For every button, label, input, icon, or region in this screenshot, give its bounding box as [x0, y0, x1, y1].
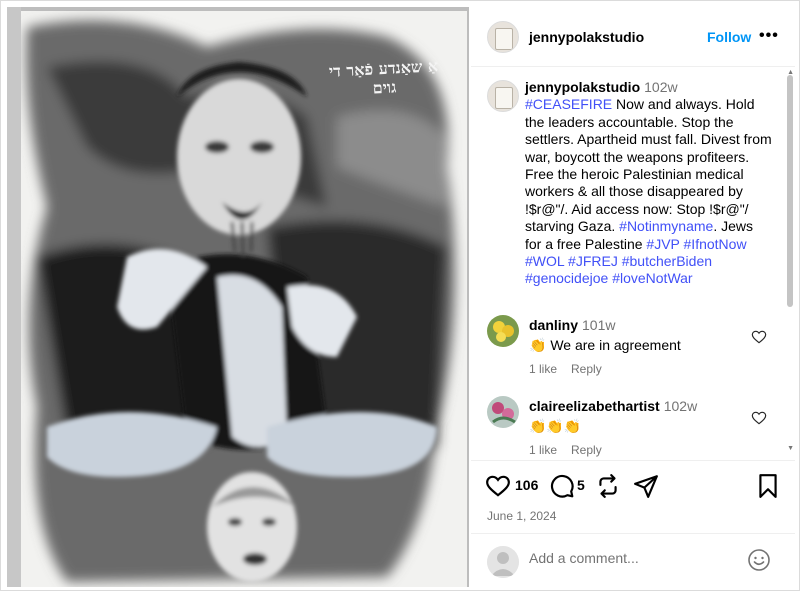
post-sidebar: jennypolakstudio Follow ••• jennypolakst…	[471, 7, 795, 587]
post-caption: jennypolakstudio 102w #CEASEFIRE Now and …	[525, 79, 773, 288]
caption-text-segment: Now and always. Hold the leaders account…	[525, 96, 772, 235]
comments-section[interactable]: jennypolakstudio 102w #CEASEFIRE Now and …	[471, 68, 795, 460]
save-bookmark-icon[interactable]	[755, 473, 781, 499]
follow-button[interactable]: Follow	[707, 29, 751, 45]
comment-text: 👏 We are in agreement	[529, 337, 681, 353]
comment-item: claireelizabethartist 102w 👏👏👏 1 like Repl…	[471, 396, 795, 460]
comment-count[interactable]: 5	[577, 477, 585, 493]
comment-like-count[interactable]: 1 like	[529, 443, 557, 457]
comment-bubble-icon[interactable]	[549, 473, 575, 499]
painting-avatar-icon	[487, 396, 519, 428]
author-avatar[interactable]	[487, 21, 519, 53]
comments-scrollbar[interactable]	[787, 75, 793, 307]
add-comment-bar	[471, 533, 795, 587]
commenter-avatar[interactable]	[487, 315, 519, 347]
comment-time: 101w	[582, 317, 616, 333]
share-send-icon[interactable]	[633, 473, 659, 499]
comment-like-heart-icon[interactable]	[751, 329, 767, 345]
scroll-down-arrow-icon[interactable]: ▼	[787, 445, 794, 452]
hashtag-link[interactable]: #loveNotWar	[612, 270, 692, 286]
hashtag-link[interactable]: #JVP	[646, 236, 679, 252]
commenter-avatar[interactable]	[487, 396, 519, 428]
caption-avatar[interactable]	[487, 80, 519, 112]
post-header: jennypolakstudio Follow •••	[471, 7, 795, 67]
like-heart-icon[interactable]	[485, 473, 511, 499]
hashtag-link[interactable]: #butcherBiden	[622, 253, 712, 269]
caption-username[interactable]: jennypolakstudio	[525, 79, 640, 95]
caption-time: 102w	[644, 79, 678, 95]
comment-text: 👏👏👏	[529, 418, 582, 434]
post-image[interactable]: אַ שאַנדע פֿאַר די גוים	[7, 7, 469, 587]
emoji-icon[interactable]	[747, 548, 771, 572]
author-username[interactable]: jennypolakstudio	[529, 29, 644, 45]
artwork-hebrew-text: אַ שאַנדע פֿאַר די גוים	[328, 56, 439, 98]
post-date: June 1, 2024	[487, 509, 557, 523]
default-user-icon	[487, 546, 519, 578]
hashtag-link[interactable]: #CEASEFIRE	[525, 96, 612, 112]
caption-text: #CEASEFIRE Now and always. Hold the lead…	[525, 96, 773, 287]
hashtag-link[interactable]: #genocidejoe	[525, 270, 608, 286]
comment-like-count[interactable]: 1 like	[529, 362, 557, 376]
post-dialog: אַ שאַנדע פֿאַר די גוים jennypolakstudio…	[0, 0, 800, 591]
comment-time: 102w	[663, 398, 698, 414]
commenter-username[interactable]: claireelizabethartist	[529, 398, 660, 414]
comment-item: danliny 101w 👏 We are in agreement 1 like…	[471, 315, 795, 385]
hashtag-link[interactable]: #IfnotNow	[684, 236, 747, 252]
hashtag-link[interactable]: #JFREJ	[568, 253, 618, 269]
flower-avatar-icon	[487, 315, 519, 347]
repost-icon[interactable]	[595, 473, 621, 499]
hashtag-link[interactable]: #WOL	[525, 253, 564, 269]
comment-like-heart-icon[interactable]	[751, 410, 767, 426]
hashtag-link[interactable]: #Notinmyname	[619, 218, 713, 234]
current-user-avatar	[487, 546, 519, 578]
reply-button[interactable]: Reply	[571, 443, 602, 457]
like-count[interactable]: 106	[515, 477, 538, 493]
commenter-username[interactable]: danliny	[529, 317, 578, 333]
comment-input[interactable]	[529, 550, 739, 566]
reply-button[interactable]: Reply	[571, 362, 602, 376]
more-options-button[interactable]: •••	[759, 27, 779, 45]
